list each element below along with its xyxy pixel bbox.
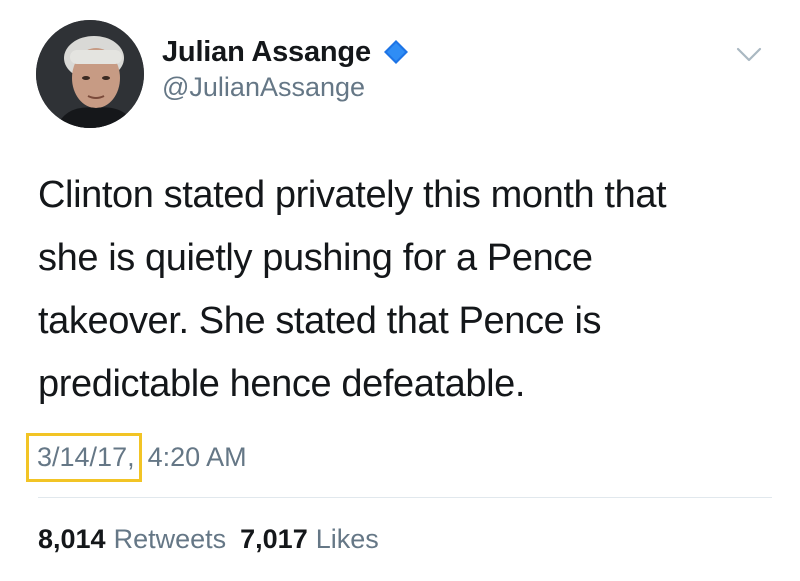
divider bbox=[38, 497, 772, 498]
timestamp: 3/14/17, 4:20 AM bbox=[26, 430, 247, 484]
tweet-stats: 8,014 Retweets 7,017 Likes bbox=[38, 524, 393, 555]
display-name[interactable]: Julian Assange bbox=[162, 36, 371, 69]
tweet-date[interactable]: 3/14/17, bbox=[26, 432, 142, 482]
chevron-down-icon[interactable] bbox=[732, 40, 766, 68]
verified-badge-icon bbox=[383, 39, 409, 65]
tweet-text: Clinton stated privately this month that… bbox=[38, 174, 667, 405]
avatar[interactable] bbox=[36, 20, 144, 128]
likes-label[interactable]: Likes bbox=[316, 524, 379, 555]
likes-count[interactable]: 7,017 bbox=[240, 524, 308, 555]
tweet-time[interactable]: 4:20 AM bbox=[148, 442, 247, 473]
retweets-count[interactable]: 8,014 bbox=[38, 524, 106, 555]
tweet-card: Julian Assange @JulianAssange Clinton st… bbox=[0, 0, 800, 581]
retweets-label[interactable]: Retweets bbox=[114, 524, 227, 555]
display-name-row: Julian Assange bbox=[162, 34, 409, 70]
user-handle[interactable]: @JulianAssange bbox=[162, 72, 365, 103]
avatar-image bbox=[36, 20, 144, 128]
